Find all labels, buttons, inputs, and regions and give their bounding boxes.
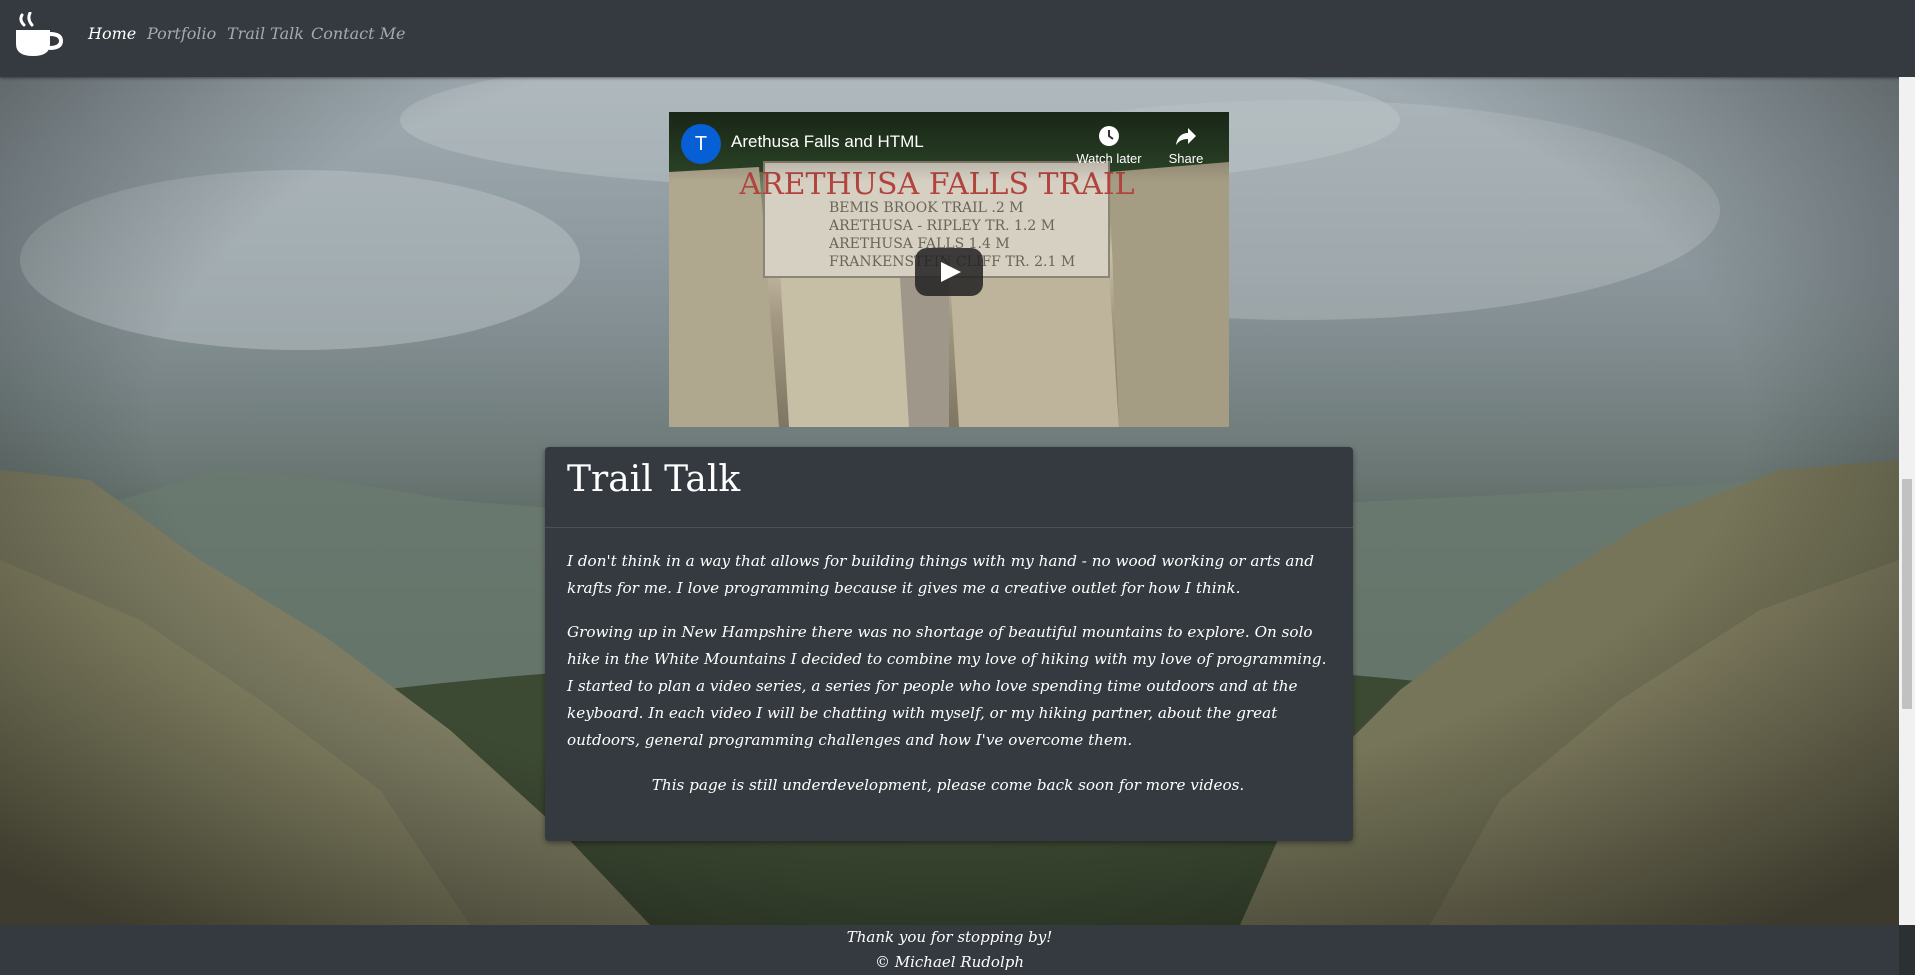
nav-portfolio-link[interactable]: Portfolio <box>147 24 216 43</box>
footer-copyright: © Michael Rudolph <box>874 953 1025 971</box>
youtube-video-embed[interactable]: ARETHUSA FALLS TRAIL BEMIS BROOK TRAIL .… <box>669 112 1229 427</box>
sign-line: BEMIS BROOK TRAIL .2 M <box>829 200 1024 216</box>
share-arrow-icon <box>1176 128 1196 145</box>
card-paragraph: I don't think in a way that allows for b… <box>567 552 1314 597</box>
clock-icon <box>1099 126 1119 146</box>
video-title[interactable]: Arethusa Falls and HTML <box>731 132 924 152</box>
nav-contact-link[interactable]: Contact Me <box>311 24 405 43</box>
watch-later-button[interactable]: Watch later <box>1069 124 1149 166</box>
channel-avatar[interactable]: T <box>681 124 721 164</box>
play-icon <box>941 262 961 282</box>
scrollbar-thumb[interactable] <box>1902 479 1912 709</box>
nav-home-link[interactable]: Home <box>88 24 136 43</box>
play-button[interactable] <box>915 248 983 296</box>
navbar: Home Portfolio Trail Talk Contact Me <box>0 0 1915 77</box>
share-button[interactable]: Share <box>1146 124 1226 166</box>
watch-later-label: Watch later <box>1076 151 1142 166</box>
footer-thanks: Thank you for stopping by! <box>846 928 1053 946</box>
share-label: Share <box>1168 151 1204 166</box>
page-scrollbar[interactable] <box>1899 77 1915 925</box>
nav-trail-talk-link[interactable]: Trail Talk <box>227 24 304 43</box>
trail-talk-card: Trail Talk I don't think in a way that a… <box>545 447 1353 841</box>
card-header: Trail Talk <box>545 447 1353 528</box>
sign-line: ARETHUSA - RIPLEY TR. 1.2 M <box>828 218 1055 234</box>
card-paragraph: Growing up in New Hampshire there was no… <box>567 623 1327 749</box>
card-title: Trail Talk <box>567 459 741 500</box>
coffee-cup-icon[interactable] <box>14 11 64 60</box>
footer: Thank you for stopping by! © Michael Rud… <box>0 925 1899 975</box>
card-note: This page is still underdevelopment, ple… <box>651 776 1245 794</box>
